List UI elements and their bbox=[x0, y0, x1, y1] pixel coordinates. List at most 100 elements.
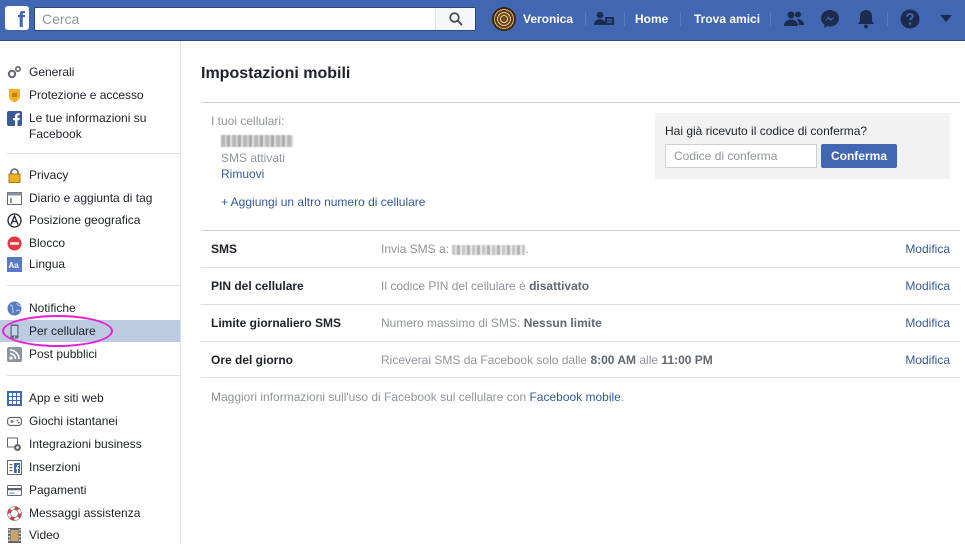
timeline-icon bbox=[7, 191, 22, 206]
facebook-icon bbox=[7, 111, 22, 126]
sidebar-item-label: Privacy bbox=[29, 168, 69, 182]
ads-icon bbox=[7, 460, 22, 475]
sidebar-item-ads[interactable]: Inserzioni bbox=[0, 459, 180, 475]
business-icon bbox=[7, 437, 22, 452]
sidebar-item-apps[interactable]: App e siti web bbox=[0, 390, 180, 406]
sidebar-item-your-info[interactable]: Le tue informazioni su Facebook bbox=[0, 110, 180, 142]
sidebar-item-security[interactable]: Protezione e accesso bbox=[0, 87, 180, 103]
sidebar-item-label: Integrazioni business bbox=[29, 437, 142, 451]
lifebuoy-icon bbox=[7, 506, 22, 521]
page-title: Impostazioni mobili bbox=[201, 65, 351, 82]
facebook-logo[interactable]: f bbox=[5, 6, 29, 30]
nav-divider bbox=[680, 12, 681, 26]
messenger-icon[interactable] bbox=[818, 8, 842, 30]
block-icon bbox=[7, 236, 22, 251]
avatar bbox=[492, 7, 516, 31]
setting-row-daily-limit: Limite giornaliero SMS Numero massimo di… bbox=[201, 304, 960, 341]
friend-requests-icon[interactable] bbox=[782, 8, 806, 30]
nav-divider bbox=[887, 12, 888, 26]
setting-description-end: . bbox=[525, 242, 529, 256]
sidebar-item-label: Le tue informazioni su Facebook bbox=[29, 111, 147, 141]
sidebar-item-label: Inserzioni bbox=[29, 460, 81, 474]
gamepad-icon bbox=[7, 414, 22, 429]
sidebar-divider bbox=[7, 153, 180, 154]
setting-value: disattivato bbox=[529, 279, 590, 293]
film-icon bbox=[7, 528, 22, 543]
title-divider bbox=[201, 102, 960, 103]
sidebar-item-public-posts[interactable]: Post pubblici bbox=[0, 346, 180, 362]
sidebar-item-support-inbox[interactable]: Messaggi assistenza bbox=[0, 505, 180, 521]
home-link[interactable]: Home bbox=[635, 12, 668, 26]
find-friends-link[interactable]: Trova amici bbox=[694, 12, 760, 26]
language-icon: Aa bbox=[7, 257, 22, 272]
sidebar-item-videos[interactable]: Video bbox=[0, 527, 180, 543]
sidebar-item-label: Generali bbox=[29, 65, 75, 79]
add-phone-link[interactable]: + Aggiungi un altro numero di cellulare bbox=[221, 195, 425, 209]
search-box bbox=[34, 7, 476, 31]
sidebar-item-business-integrations[interactable]: Integrazioni business bbox=[0, 436, 180, 452]
sidebar-item-notifications[interactable]: Notifiche bbox=[0, 300, 180, 316]
sidebar-item-general[interactable]: Generali bbox=[0, 64, 180, 80]
sidebar-divider bbox=[7, 285, 180, 286]
edit-link[interactable]: Modifica bbox=[905, 316, 950, 330]
lock-icon bbox=[7, 168, 22, 183]
search-icon bbox=[448, 12, 463, 26]
sidebar-item-label: Protezione e accesso bbox=[29, 88, 144, 102]
edit-link[interactable]: Modifica bbox=[905, 242, 950, 256]
confirmation-question: Hai già ricevuto il codice di conferma? bbox=[665, 124, 868, 138]
sidebar-item-label: App e siti web bbox=[29, 391, 104, 405]
search-input[interactable] bbox=[35, 8, 435, 30]
remove-phone-link[interactable]: Rimuovi bbox=[221, 167, 264, 181]
sidebar-divider bbox=[7, 375, 180, 376]
sidebar-item-label: Messaggi assistenza bbox=[29, 506, 141, 520]
help-icon[interactable] bbox=[898, 8, 922, 30]
footer-end: . bbox=[620, 390, 625, 404]
sidebar-item-timeline[interactable]: Diario e aggiunta di tag bbox=[0, 190, 180, 206]
setting-description-text: alle bbox=[639, 353, 659, 367]
location-icon bbox=[7, 213, 22, 228]
setting-value: Nessun limite bbox=[523, 316, 602, 330]
nav-divider bbox=[770, 12, 771, 26]
setting-row-sms: SMS Invia SMS a: . Modifica bbox=[201, 230, 960, 267]
edit-link[interactable]: Modifica bbox=[905, 279, 950, 293]
redacted-phone-number bbox=[221, 135, 293, 147]
sidebar-item-language[interactable]: Aa Lingua bbox=[0, 256, 180, 272]
sidebar-item-label: Giochi istantanei bbox=[29, 414, 118, 428]
sidebar-item-instant-games[interactable]: Giochi istantanei bbox=[0, 413, 180, 429]
sidebar-item-label: Blocco bbox=[29, 236, 66, 250]
setting-description-text: Numero massimo di SMS: bbox=[381, 316, 521, 330]
sidebar-item-label: Video bbox=[29, 528, 60, 542]
notifications-icon[interactable] bbox=[854, 8, 878, 30]
profile-link[interactable]: Veronica bbox=[492, 7, 573, 31]
edit-link[interactable]: Modifica bbox=[905, 353, 950, 367]
sidebar-item-blocking[interactable]: Blocco bbox=[0, 235, 180, 251]
setting-description: Riceverai SMS da Facebook solo dalle 8:0… bbox=[381, 353, 713, 367]
facebook-mobile-link[interactable]: Facebook mobile bbox=[529, 390, 620, 404]
sidebar-item-label: Lingua bbox=[29, 257, 66, 271]
footer-text: Maggiori informazioni sull'uso di Facebo… bbox=[211, 390, 527, 404]
nav-divider bbox=[585, 12, 586, 26]
redacted-phone-number bbox=[452, 244, 526, 255]
setting-description-text: Riceverai SMS da Facebook solo dalle bbox=[381, 353, 588, 367]
setting-description: Numero massimo di SMS: Nessun limite bbox=[381, 316, 602, 330]
search-button[interactable] bbox=[435, 8, 475, 30]
nav-divider bbox=[624, 12, 625, 26]
chevron-down-icon[interactable] bbox=[934, 8, 958, 30]
sidebar-item-payments[interactable]: Pagamenti bbox=[0, 482, 180, 498]
sidebar-item-location[interactable]: Posizione geografica bbox=[0, 212, 180, 228]
confirm-button[interactable]: Conferma bbox=[821, 144, 897, 168]
sidebar-item-privacy[interactable]: Privacy bbox=[0, 167, 180, 183]
globe-icon bbox=[7, 301, 22, 316]
confirmation-code-input[interactable] bbox=[665, 144, 817, 168]
shield-icon bbox=[7, 88, 22, 103]
setting-description-text: Invia SMS a: bbox=[381, 242, 450, 256]
phones-label: I tuoi cellulari: bbox=[211, 114, 285, 128]
mobile-settings-table: SMS Invia SMS a: . Modifica PIN del cell… bbox=[201, 230, 960, 378]
sidebar-item-label: Diario e aggiunta di tag bbox=[29, 191, 153, 205]
setting-name: SMS bbox=[211, 242, 238, 256]
setting-value: 8:00 AM bbox=[590, 353, 637, 367]
sidebar-item-label: Notifiche bbox=[29, 301, 76, 315]
setting-description: Il codice PIN del cellulare è disattivat… bbox=[381, 279, 589, 293]
gear-icon bbox=[7, 65, 22, 80]
create-group-icon[interactable] bbox=[592, 8, 616, 30]
